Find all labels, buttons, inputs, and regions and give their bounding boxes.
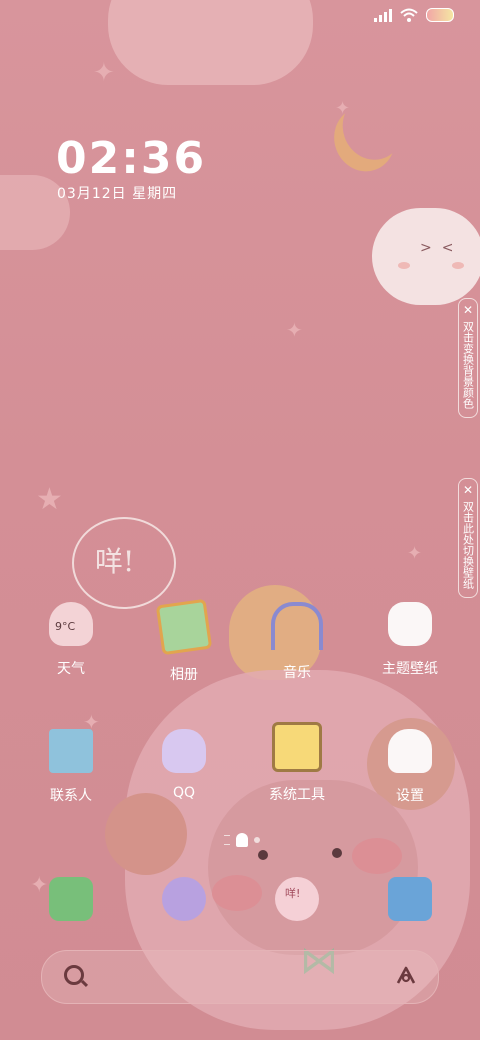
- planet-browser-icon: [162, 877, 206, 921]
- hint-switch-wallpaper[interactable]: ✕ 双击此处切换壁纸: [458, 478, 478, 598]
- dock-phone[interactable]: [21, 877, 121, 933]
- tools-icon: [272, 722, 322, 772]
- cloud-blush: [452, 262, 464, 269]
- status-bar: [374, 8, 454, 22]
- app-album[interactable]: 相册: [134, 598, 234, 684]
- star-decoration: ★: [36, 482, 63, 517]
- app-label: 音乐: [283, 665, 311, 681]
- search-bar[interactable]: [41, 950, 439, 1004]
- weather-temperature: 9°C: [55, 620, 76, 633]
- page-indicator[interactable]: [224, 833, 260, 847]
- smiling-cloud-decoration: [372, 208, 480, 305]
- battery-icon: [426, 8, 454, 22]
- app-weather[interactable]: 9°C 天气: [21, 602, 121, 678]
- hint-change-background-color[interactable]: ✕ 双击变换背景颜色: [458, 298, 478, 418]
- hint-text: 双击变换背景颜色: [461, 321, 475, 409]
- star-decoration: ✦: [407, 543, 423, 564]
- star-decoration: ✦: [93, 58, 115, 88]
- app-label: 相册: [170, 667, 198, 683]
- sheep-eye: [258, 850, 268, 860]
- page-dot: [254, 837, 260, 843]
- app-settings[interactable]: 设置: [360, 729, 460, 805]
- messages-icon: 咩!: [275, 877, 319, 921]
- app-label: 天气: [57, 661, 85, 677]
- home-screen: >< ✦ ✦ ✦ ★ ✦ ✦ ✦ 咩! ⋈ 02:36 03月12日 星期四 ✕…: [0, 0, 480, 1040]
- dock-browser[interactable]: [134, 877, 234, 933]
- dock-camera[interactable]: [360, 877, 460, 933]
- dock-messages[interactable]: 咩!: [247, 877, 347, 933]
- qq-icon: [162, 729, 206, 773]
- album-icon: [155, 598, 213, 656]
- sheep-horn: [105, 793, 187, 875]
- contacts-icon: [49, 729, 93, 773]
- app-label: 设置: [396, 788, 424, 804]
- phone-icon: [49, 877, 93, 921]
- search-icon[interactable]: [64, 965, 84, 985]
- sheep-cheek: [352, 838, 402, 874]
- close-icon[interactable]: ✕: [459, 303, 477, 318]
- app-label: 主题壁纸: [382, 661, 438, 677]
- music-icon: [271, 602, 323, 650]
- cloud-decoration: [108, 0, 313, 85]
- assistant-icon[interactable]: [396, 965, 416, 985]
- app-label: QQ: [172, 785, 196, 801]
- search-input[interactable]: [102, 963, 376, 993]
- page-indicator-lines-icon: [224, 835, 230, 845]
- app-music[interactable]: 音乐: [247, 602, 347, 682]
- sheep-eye: [332, 848, 342, 858]
- messages-icon-text: 咩!: [285, 887, 301, 900]
- app-theme-wallpaper[interactable]: 主题壁纸: [360, 602, 460, 678]
- cloud-face: ><: [420, 240, 464, 256]
- clock-date[interactable]: 03月12日 星期四: [57, 183, 177, 203]
- speech-bubble-text: 咩!: [95, 545, 135, 578]
- settings-icon: [388, 729, 432, 773]
- star-decoration: ✦: [286, 318, 303, 342]
- camera-icon: [388, 877, 432, 921]
- close-icon[interactable]: ✕: [459, 483, 477, 498]
- app-label: 联系人: [50, 788, 92, 804]
- app-qq[interactable]: QQ: [134, 729, 234, 801]
- app-label: 系统工具: [269, 787, 325, 803]
- clock-time[interactable]: 02:36: [56, 133, 206, 184]
- app-contacts[interactable]: 联系人: [21, 729, 121, 805]
- signal-icon: [374, 8, 392, 22]
- app-system-tools[interactable]: 系统工具: [247, 722, 347, 804]
- weather-icon: 9°C: [49, 602, 93, 646]
- theme-icon: [388, 602, 432, 646]
- hint-text: 双击此处切换壁纸: [461, 501, 475, 589]
- cloud-blush: [398, 262, 410, 269]
- wifi-icon: [400, 8, 418, 22]
- star-decoration: ✦: [335, 98, 351, 119]
- page-indicator-current-icon: [236, 833, 248, 847]
